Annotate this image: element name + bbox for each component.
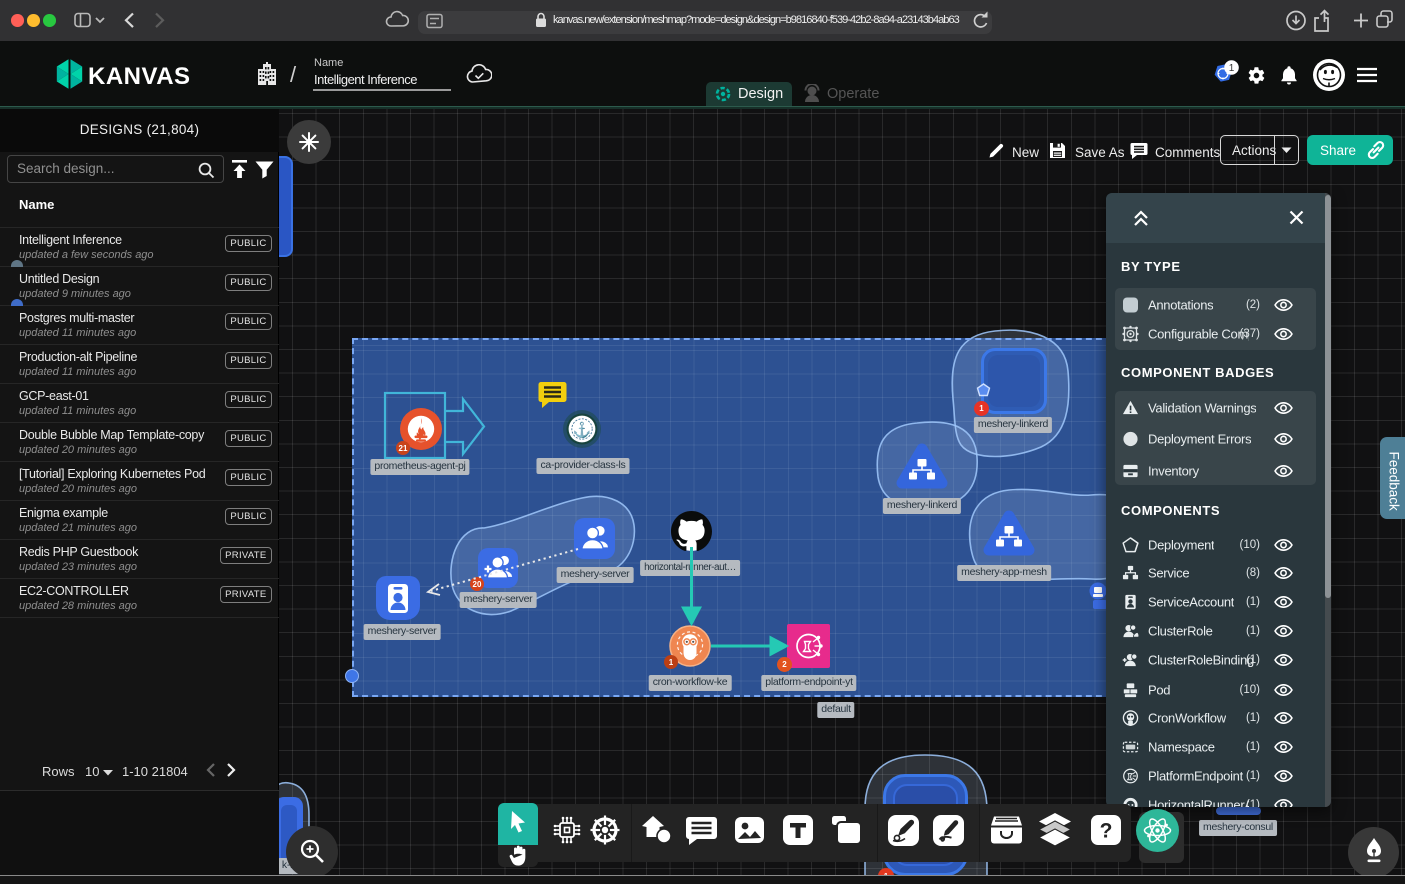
- svg-text:?: ?: [1100, 820, 1113, 843]
- svg-text:⚓: ⚓: [573, 421, 592, 439]
- svg-text:KANVAS: KANVAS: [88, 63, 191, 90]
- svg-text:1: 1: [1229, 63, 1235, 74]
